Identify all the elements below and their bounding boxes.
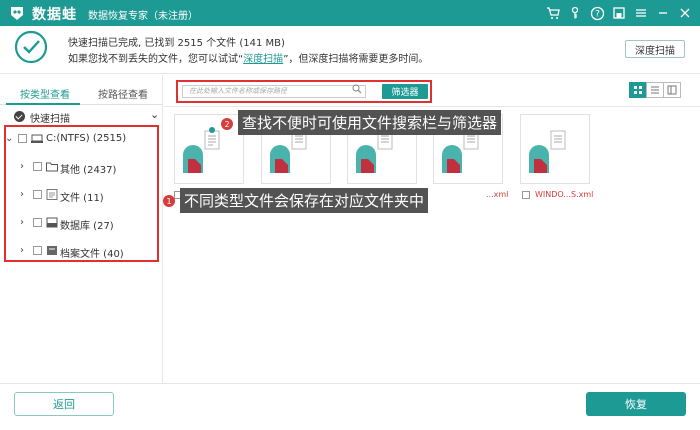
highlight-tree-box <box>4 125 159 262</box>
cart-icon[interactable] <box>544 3 562 23</box>
view-mode-switcher <box>629 82 681 98</box>
key-icon[interactable] <box>566 3 584 23</box>
title-bar: 数据蛙 数据恢复专家（未注册） ? <box>0 0 700 26</box>
file-card[interactable] <box>520 114 590 184</box>
callout-badge-1: 1 <box>163 195 175 207</box>
list-view-icon[interactable] <box>646 82 664 98</box>
hint-suffix: ”，但深度扫描将需要更多时间。 <box>283 54 429 65</box>
frog-logo-icon <box>11 7 23 20</box>
active-tab-indicator <box>6 103 80 105</box>
search-icon[interactable] <box>352 84 362 94</box>
scan-status-bar: 快速扫描已完成, 已找到 2515 个文件 (141 MB) 如果您找不到丢失的… <box>0 26 700 74</box>
quick-scan-label: 快速扫描 <box>30 114 70 125</box>
tab-by-type[interactable]: 按类型查看 <box>20 86 70 101</box>
quick-scan-check-icon <box>14 111 25 122</box>
callout-folder-tip: 不同类型文件会保存在对应文件夹中 <box>180 188 429 213</box>
save-icon[interactable] <box>610 3 628 23</box>
callout-badge-2: 2 <box>221 118 233 130</box>
recover-button[interactable]: 恢复 <box>586 392 686 416</box>
filter-button[interactable]: 筛选器 <box>382 84 428 99</box>
file-name-label: WINDO...S.xml <box>535 190 594 199</box>
grid-view-icon[interactable] <box>629 82 647 98</box>
tab-by-path[interactable]: 按路径查看 <box>98 86 148 101</box>
xml-file-icon <box>183 127 220 173</box>
xml-file-icon <box>529 130 566 173</box>
back-button[interactable]: 返回 <box>14 392 114 416</box>
highlight-search-box: 在此处输入文件名称或保存路径 筛选器 <box>176 80 432 103</box>
close-icon[interactable] <box>676 3 694 23</box>
detail-view-icon[interactable] <box>663 82 681 98</box>
quick-scan-row[interactable]: 快速扫描 ⌄ <box>0 108 163 126</box>
search-input[interactable]: 在此处输入文件名称或保存路径 <box>182 85 366 98</box>
file-checkbox[interactable] <box>522 191 530 199</box>
footer-divider <box>0 383 700 384</box>
file-card[interactable] <box>174 114 244 184</box>
deep-scan-button[interactable]: 深度扫描 <box>625 40 685 58</box>
toolbar-divider <box>164 106 700 107</box>
callout-search-tip: 查找不便时可使用文件搜索栏与筛选器 <box>238 110 502 135</box>
svg-text:?: ? <box>595 9 600 19</box>
file-name-label: ...xml <box>486 190 509 199</box>
deep-scan-link[interactable]: 深度扫描 <box>243 54 283 65</box>
app-name: 数据蛙 <box>32 7 77 23</box>
help-icon[interactable]: ? <box>588 3 606 23</box>
app-subtitle: 数据恢复专家（未注册） <box>88 11 198 22</box>
scan-result-text: 快速扫描已完成, 已找到 2515 个文件 (141 MB) <box>68 38 285 49</box>
hint-prefix: 如果您找不到丢失的文件，您可以试试“ <box>68 54 244 65</box>
view-tabs: 按类型查看 按路径查看 <box>0 75 163 105</box>
menu-icon[interactable] <box>632 3 650 23</box>
minimize-icon[interactable] <box>654 3 672 23</box>
check-circle-icon <box>14 30 48 64</box>
scan-hint-text: 如果您找不到丢失的文件，您可以试试“深度扫描”，但深度扫描将需要更多时间。 <box>68 50 428 65</box>
chevron-down-icon[interactable]: ⌄ <box>150 108 159 121</box>
